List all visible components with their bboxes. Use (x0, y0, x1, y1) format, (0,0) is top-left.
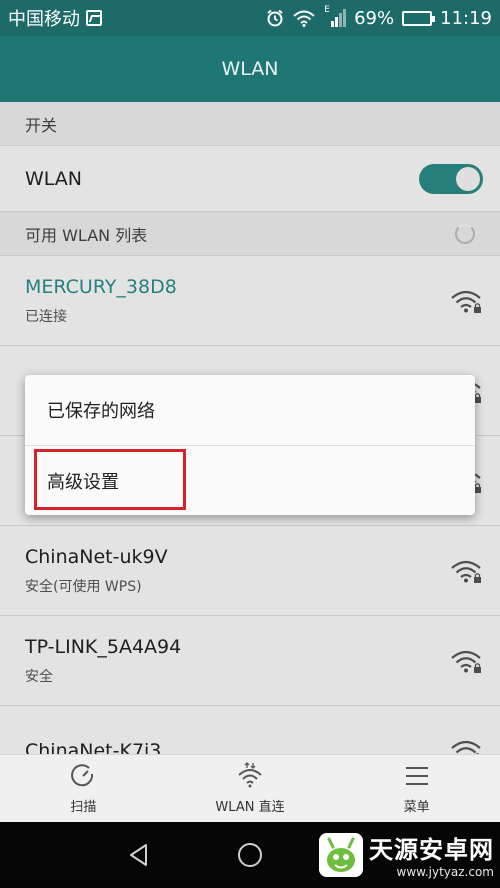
carrier-label: 中国移动 (8, 9, 80, 30)
back-icon[interactable] (124, 840, 154, 870)
menu-button[interactable]: 菜单 (333, 755, 500, 822)
wlan-direct-label: WLAN 直连 (215, 800, 285, 815)
menu-label: 菜单 (403, 800, 430, 815)
home-icon[interactable] (235, 840, 265, 870)
wifi-icon (293, 10, 315, 27)
battery-percent: 69% (354, 7, 395, 29)
wlan-direct-icon (238, 762, 262, 788)
menu-item-saved-networks[interactable]: 已保存的网络 (25, 375, 475, 445)
overflow-menu: 已保存的网络 高级设置 (25, 375, 475, 515)
watermark-url: www.jytyaz.com (396, 865, 495, 879)
app-bar: WLAN (0, 36, 500, 102)
wlan-direct-button[interactable]: WLAN 直连 (167, 755, 334, 822)
scan-icon (71, 764, 94, 787)
alarm-icon (267, 9, 283, 27)
scan-label: 扫描 (70, 800, 97, 815)
menu-item-advanced-settings[interactable]: 高级设置 (25, 445, 475, 515)
bottom-action-bar: 扫描 WLAN 直连 菜单 (0, 754, 500, 822)
watermark: 天源安卓网 www.jytyaz.com (319, 830, 494, 879)
scan-button[interactable]: 扫描 (0, 755, 167, 822)
page-title: WLAN (221, 58, 279, 80)
menu-icon (405, 767, 428, 785)
image-icon (86, 10, 102, 26)
status-bar: 中国移动 E 69% 11:19 (0, 0, 500, 36)
watermark-title: 天源安卓网 (369, 836, 494, 864)
battery-icon (402, 10, 436, 26)
watermark-logo (319, 832, 363, 877)
clock: 11:19 (440, 7, 492, 29)
signal-icon: E (324, 5, 347, 27)
